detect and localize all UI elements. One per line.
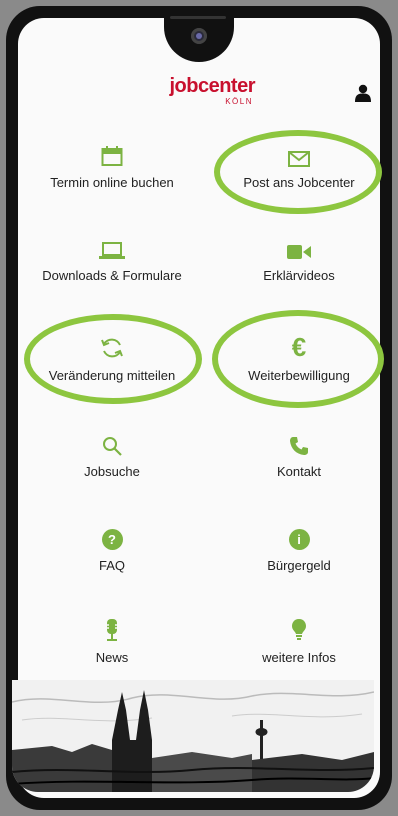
logo-wordmark: jobcenter [169,75,255,97]
front-camera-icon [191,28,207,44]
laptop-icon [23,230,201,260]
lightbulb-icon [210,612,388,642]
phone-icon [210,426,388,456]
tile-label: Downloads & Formulare [42,268,182,283]
tile-weitere-infos[interactable]: weitere Infos [210,612,388,665]
tile-erklaervideos[interactable]: Erklärvideos [210,230,388,283]
tile-label: Erklärvideos [263,268,335,283]
tile-termin[interactable]: Termin online buchen [23,137,201,190]
question-icon: ? [23,520,201,550]
cologne-skyline-illustration [12,680,374,792]
highlight-ring [24,314,202,404]
search-icon [23,426,201,456]
tile-label: News [95,650,129,665]
tile-label: Jobsuche [84,464,140,479]
tile-label: Bürgergeld [267,558,331,573]
calendar-icon [23,137,201,167]
user-profile-icon[interactable] [355,84,371,102]
tile-buergergeld[interactable]: i Bürgergeld [210,520,388,573]
tile-label: Termin online buchen [50,175,174,190]
logo-city: KÖLN [225,97,253,106]
highlight-ring [212,310,384,408]
microphone-icon [23,612,201,642]
tile-label: weitere Infos [262,650,336,665]
jobcenter-logo[interactable]: jobcenter KÖLN [145,76,255,106]
tile-jobsuche[interactable]: Jobsuche [23,426,201,479]
tile-downloads[interactable]: Downloads & Formulare [23,230,201,283]
tile-faq[interactable]: ? FAQ [23,520,201,573]
info-icon: i [210,520,388,550]
camera-notch [164,18,234,62]
tile-news[interactable]: News [23,612,201,665]
tile-kontakt[interactable]: Kontakt [210,426,388,479]
highlight-ring [214,130,382,214]
video-camera-icon [210,230,388,260]
tile-label: Kontakt [276,464,322,479]
tile-label: FAQ [98,558,125,573]
earpiece-speaker [170,16,226,19]
